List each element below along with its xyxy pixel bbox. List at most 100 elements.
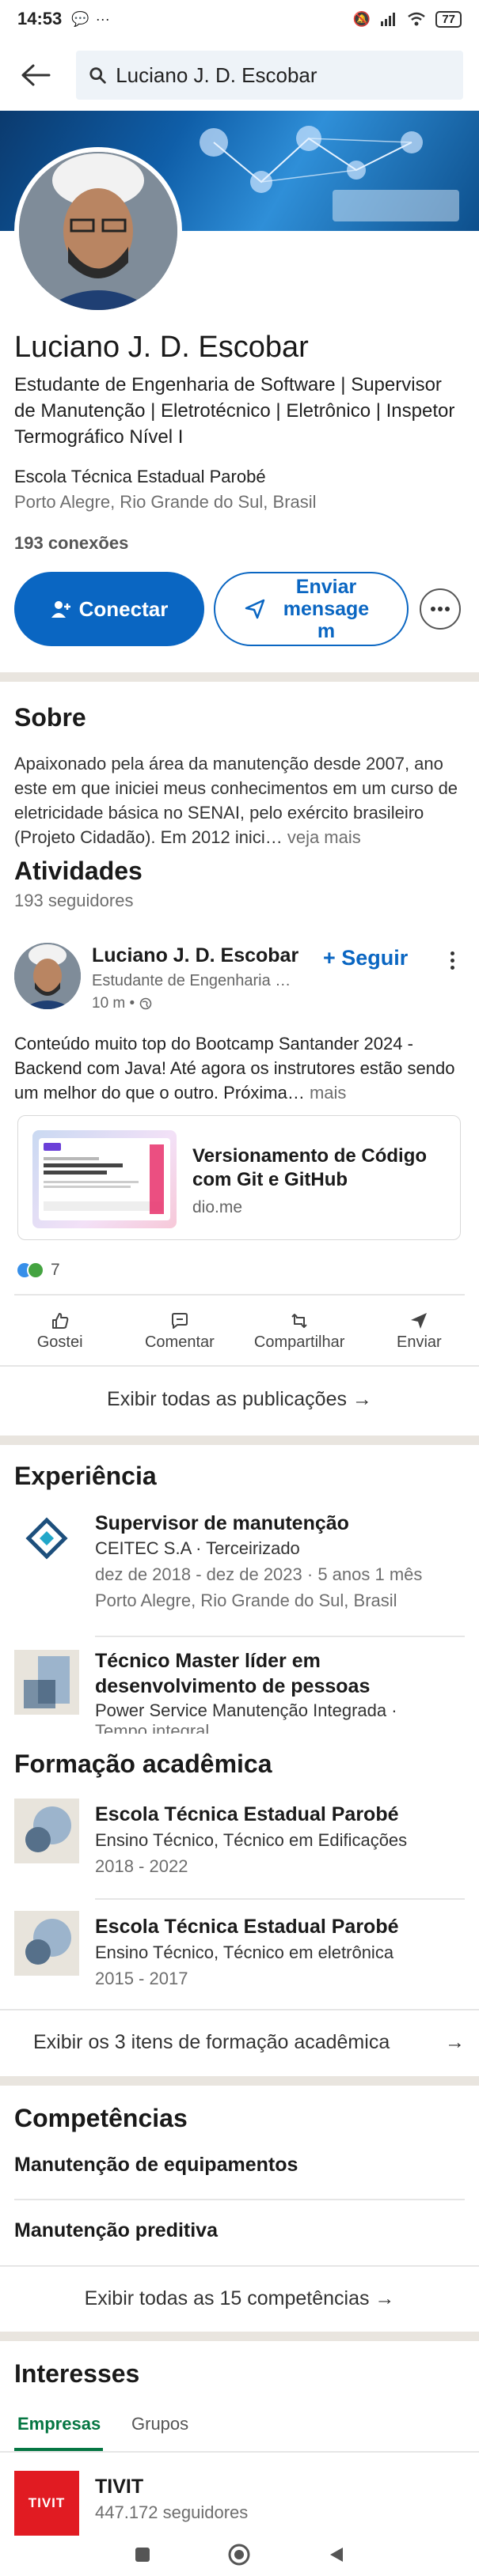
- profile-photo: [19, 152, 177, 310]
- more-icon: [431, 607, 450, 611]
- back-nav-button[interactable]: [327, 2545, 346, 2568]
- show-all-posts-link[interactable]: Exibir todas as publicações →: [0, 1388, 479, 1411]
- search-input[interactable]: [116, 62, 450, 88]
- like-button[interactable]: Gostei: [0, 1303, 120, 1359]
- school-logo-1[interactable]: [14, 1799, 79, 1863]
- education-years-1: 2018 - 2022: [95, 1856, 188, 1876]
- section-divider: [0, 2076, 479, 2086]
- triangle-back-icon: [330, 2547, 344, 2562]
- link-preview-card[interactable]: Versionamento de Código com Git e GitHub…: [17, 1115, 461, 1240]
- section-divider: [0, 1436, 479, 1445]
- profile-avatar[interactable]: [14, 147, 182, 315]
- globe-icon: [139, 997, 152, 1010]
- tab-companies[interactable]: Empresas: [17, 2414, 101, 2434]
- search-box[interactable]: [76, 51, 463, 100]
- share-button[interactable]: Compartilhar: [240, 1303, 359, 1359]
- about-text[interactable]: Apaixonado pela área da manutenção desde…: [14, 751, 466, 849]
- experience-company-2: Power Service Manutenção Integrada ·: [95, 1700, 397, 1720]
- square-icon: [135, 2547, 150, 2562]
- mute-icon: 🔕: [352, 10, 371, 27]
- experience-company-1: CEITEC S.A · Terceirizado: [95, 1538, 300, 1558]
- school-logo-2[interactable]: [14, 1911, 79, 1976]
- activity-title: Atividades: [14, 857, 143, 885]
- company-placeholder-logo[interactable]: [14, 1650, 79, 1715]
- experience-title: Experiência: [14, 1462, 157, 1490]
- profile-name: Luciano J. D. Escobar: [14, 331, 309, 364]
- top-bar: [0, 41, 479, 109]
- post-author-avatar[interactable]: [14, 943, 81, 1009]
- skills-title: Competências: [14, 2104, 188, 2132]
- profile-location: Porto Alegre, Rio Grande do Sul, Brasil: [14, 492, 317, 512]
- status-time: 14:53: [17, 9, 63, 28]
- experience-title-1[interactable]: Supervisor de manutenção: [95, 1511, 459, 1536]
- system-nav-bar: [0, 2536, 479, 2576]
- home-button[interactable]: [227, 2543, 251, 2570]
- wifi-icon: [408, 12, 426, 26]
- education-title: Formação acadêmica: [14, 1749, 473, 1782]
- reaction-count: 7: [51, 1261, 60, 1279]
- send-icon: [245, 599, 265, 619]
- show-all-skills-link[interactable]: Exibir todas as 15 competências →: [0, 2287, 479, 2310]
- link-title: Versionamento de Código com Git e GitHub: [192, 1145, 428, 1190]
- experience-title-2[interactable]: Técnico Master líder em desenvolvimento …: [95, 1648, 459, 1699]
- message-label: Enviar mensage m: [283, 576, 370, 642]
- tab-groups[interactable]: Grupos: [131, 2414, 188, 2434]
- section-divider: [0, 2332, 479, 2341]
- post-author-name[interactable]: Luciano J. D. Escobar: [92, 944, 299, 967]
- battery-icon: 77: [435, 10, 462, 28]
- repost-icon: [291, 1313, 307, 1328]
- experience-dates-2: Tempo integral: [95, 1721, 210, 1734]
- comment-button[interactable]: Comentar: [120, 1303, 239, 1359]
- certificate-image: [44, 1143, 164, 1214]
- arrow-right-icon: →: [445, 2031, 465, 2053]
- post-text[interactable]: Conteúdo muito top do Bootcamp Santander…: [14, 1031, 466, 1105]
- recent-apps-button[interactable]: [133, 2545, 152, 2568]
- more-options-button[interactable]: [420, 588, 461, 630]
- connections-count[interactable]: 193 conexões: [14, 533, 128, 554]
- send-button[interactable]: Enviar: [359, 1303, 479, 1359]
- show-all-education-link[interactable]: Exibir os 3 itens de formação acadêmica …: [33, 2031, 465, 2054]
- profile-headline: Estudante de Engenharia de Software | Su…: [14, 374, 455, 448]
- section-divider: [0, 672, 479, 682]
- skill-item[interactable]: Manutenção preditiva: [14, 2219, 218, 2242]
- education-degree-1: Ensino Técnico, Técnico em Edificações: [95, 1830, 408, 1850]
- education-years-2: 2015 - 2017: [95, 1969, 188, 1988]
- post-menu-icon[interactable]: [442, 946, 462, 974]
- search-icon: [89, 67, 106, 84]
- arrow-left-icon: [21, 64, 51, 86]
- connect-button[interactable]: Conectar: [14, 572, 204, 646]
- celebrate-reaction-icon: [27, 1262, 44, 1279]
- thumbs-up-icon: [51, 1312, 68, 1329]
- reactions-summary[interactable]: 7: [16, 1261, 60, 1280]
- interest-company-name[interactable]: TIVIT: [95, 2476, 143, 2498]
- interests-title: Interesses: [14, 2359, 140, 2388]
- ceitec-logo[interactable]: [14, 1507, 79, 1572]
- followers-count: 193 seguidores: [14, 891, 134, 910]
- home-circle-icon: [228, 2544, 250, 2565]
- post-time: 10 m •: [92, 995, 152, 1012]
- interest-company-followers: 447.172 seguidores: [95, 2502, 249, 2522]
- profile-school[interactable]: Escola Técnica Estadual Parobé: [14, 467, 266, 487]
- link-thumbnail: [32, 1130, 177, 1228]
- post-author-subtitle: Estudante de Engenharia de Software: [92, 972, 299, 989]
- message-button[interactable]: Enviar mensage m: [214, 572, 409, 646]
- education-school-1[interactable]: Escola Técnica Estadual Parobé: [95, 1802, 459, 1827]
- tivit-logo[interactable]: TIVIT: [14, 2471, 79, 2536]
- link-domain: dio.me: [192, 1198, 243, 1216]
- education-degree-2: Ensino Técnico, Técnico em eletrônica: [95, 1942, 394, 1962]
- about-title: Sobre: [14, 703, 86, 732]
- post-more-link[interactable]: mais: [305, 1083, 346, 1103]
- experience-dates-1: dez de 2018 - dez de 2023 · 5 anos 1 mês: [95, 1564, 423, 1584]
- follow-button[interactable]: + Seguir: [323, 946, 408, 970]
- more-notifications-icon: ···: [95, 10, 110, 27]
- experience-location-1: Porto Alegre, Rio Grande do Sul, Brasil: [95, 1591, 397, 1610]
- post-actions: Gostei Comentar Compartilhar Enviar: [0, 1303, 479, 1359]
- education-school-2[interactable]: Escola Técnica Estadual Parobé: [95, 1914, 459, 1939]
- see-more-link[interactable]: veja mais: [283, 827, 361, 847]
- back-button[interactable]: [16, 55, 55, 95]
- connect-label: Conectar: [78, 596, 169, 621]
- post-author-photo: [14, 943, 81, 1009]
- skill-item[interactable]: Manutenção de equipamentos: [14, 2154, 298, 2177]
- status-bar: 14:53 💬 ··· 🔕 77: [0, 0, 479, 38]
- send-icon: [411, 1312, 428, 1329]
